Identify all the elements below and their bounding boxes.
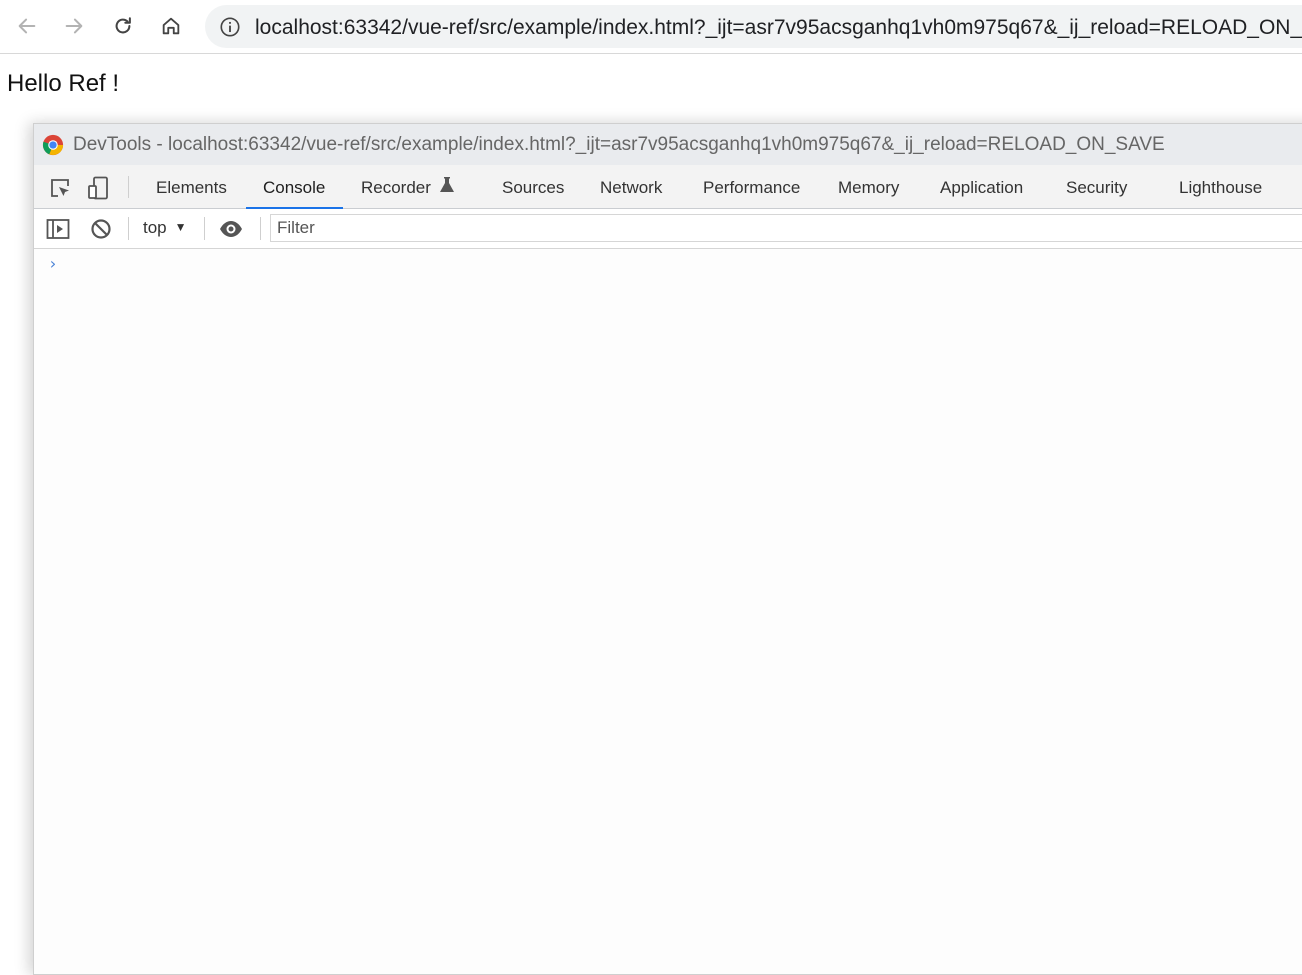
chrome-logo-icon <box>42 134 64 156</box>
devtools-title: DevTools - localhost:63342/vue-ref/src/e… <box>73 134 1165 155</box>
address-bar[interactable]: localhost:63342/vue-ref/src/example/inde… <box>205 5 1302 48</box>
back-button[interactable] <box>11 10 43 42</box>
devtools-window: DevTools - localhost:63342/vue-ref/src/e… <box>33 123 1302 975</box>
show-sidebar-icon[interactable] <box>46 217 70 241</box>
reload-icon <box>115 17 131 34</box>
forward-button[interactable] <box>58 10 90 42</box>
tab-application[interactable]: Application <box>940 165 1023 208</box>
tab-recorder-label: Recorder <box>361 178 431 197</box>
console-filter-input[interactable] <box>270 214 1302 242</box>
tab-sources[interactable]: Sources <box>502 165 564 208</box>
dropdown-caret-icon: ▼ <box>174 220 187 234</box>
arrow-right-icon <box>65 18 83 34</box>
inspect-element-icon[interactable] <box>48 176 72 200</box>
tab-recorder[interactable]: Recorder <box>361 165 454 208</box>
tab-elements[interactable]: Elements <box>156 165 227 208</box>
home-icon <box>162 17 180 35</box>
tab-memory[interactable]: Memory <box>838 165 899 208</box>
page-heading: Hello Ref ! <box>7 70 120 97</box>
info-icon[interactable] <box>219 16 241 38</box>
context-selector[interactable]: top ▼ <box>143 218 187 238</box>
flask-icon <box>440 177 454 192</box>
devtools-titlebar[interactable]: DevTools - localhost:63342/vue-ref/src/e… <box>34 124 1302 165</box>
devtools-tabbar: Elements Console Recorder Sources Networ… <box>34 165 1302 209</box>
browser-toolbar: localhost:63342/vue-ref/src/example/inde… <box>0 0 1302 54</box>
tab-security[interactable]: Security <box>1066 165 1127 208</box>
reload-button[interactable] <box>107 10 139 42</box>
console-toolbar-divider-3 <box>260 217 261 240</box>
home-button[interactable] <box>155 10 187 42</box>
toolbar-divider <box>128 176 129 198</box>
console-toolbar-divider-2 <box>204 217 205 240</box>
console-toolbar: top ▼ <box>34 209 1302 249</box>
tab-network[interactable]: Network <box>600 165 662 208</box>
tab-lighthouse[interactable]: Lighthouse <box>1179 165 1262 208</box>
console-output[interactable]: › <box>34 249 1302 974</box>
device-toolbar-icon[interactable] <box>87 176 111 200</box>
url-text[interactable]: localhost:63342/vue-ref/src/example/inde… <box>255 16 1302 40</box>
eye-icon[interactable] <box>219 217 243 241</box>
tab-performance[interactable]: Performance <box>703 165 800 208</box>
console-prompt-icon: › <box>48 254 58 273</box>
context-selector-value: top <box>143 218 167 237</box>
clear-console-icon[interactable] <box>89 217 113 241</box>
arrow-left-icon <box>18 18 36 34</box>
tab-console[interactable]: Console <box>245 165 344 209</box>
console-toolbar-divider-1 <box>128 217 129 240</box>
